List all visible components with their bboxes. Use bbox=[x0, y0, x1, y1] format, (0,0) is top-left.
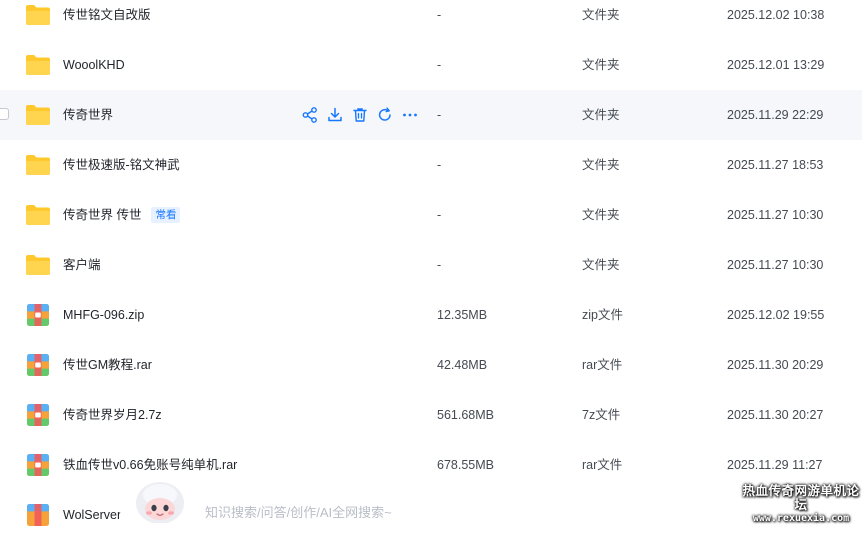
file-type: 文件夹 bbox=[582, 158, 620, 172]
assistant-mascot-icon[interactable] bbox=[134, 479, 186, 523]
file-time: 2025.11.27 10:30 bbox=[727, 208, 824, 222]
file-name[interactable]: 传奇世界岁月2.7z bbox=[63, 390, 162, 440]
file-name[interactable]: 传世极速版-铭文神武 bbox=[63, 140, 180, 190]
file-type: 文件夹 bbox=[582, 258, 620, 272]
file-type: zip文件 bbox=[582, 308, 623, 322]
file-row[interactable]: 传世GM教程.rar 42.48MB rar文件 2025.11.30 20:2… bbox=[0, 340, 862, 390]
file-size: - bbox=[437, 258, 442, 272]
folder-icon bbox=[26, 105, 50, 125]
file-size: 561.68MB bbox=[437, 408, 494, 422]
file-size: - bbox=[437, 208, 442, 222]
folder-icon bbox=[26, 5, 50, 25]
file-time: 2025.11.30 20:27 bbox=[727, 408, 824, 422]
file-size: - bbox=[437, 158, 442, 172]
file-time: 2025.11.29 11:27 bbox=[727, 458, 823, 472]
file-name[interactable]: 传奇世界 传世 常看 bbox=[63, 190, 181, 240]
file-name[interactable]: 传奇世界 bbox=[63, 90, 113, 140]
file-row-hovered[interactable]: 传奇世界 - 文件夹 2025.11.29 22:29 bbox=[0, 90, 862, 140]
file-type: rar文件 bbox=[582, 458, 623, 472]
file-size: - bbox=[437, 108, 442, 122]
file-time: 2025.11.29 22:29 bbox=[727, 108, 824, 122]
file-row[interactable]: 铁血传世v0.66免账号纯单机.rar 678.55MB rar文件 2025.… bbox=[0, 440, 862, 490]
file-name[interactable]: 客户端 bbox=[63, 240, 101, 290]
file-time: 2025.12.02 19:55 bbox=[727, 308, 825, 322]
folder-icon bbox=[26, 255, 50, 275]
file-name[interactable]: 传世铭文自改版 bbox=[63, 0, 151, 40]
assistant-bar[interactable] bbox=[0, 486, 862, 519]
folder-icon bbox=[26, 55, 50, 75]
file-size: - bbox=[437, 58, 442, 72]
archive-icon bbox=[27, 454, 49, 476]
file-size: - bbox=[437, 8, 442, 22]
row-actions bbox=[301, 106, 419, 124]
file-size: 678.55MB bbox=[437, 458, 494, 472]
file-type: 7z文件 bbox=[582, 408, 621, 422]
file-time: 2025.12.01 13:29 bbox=[727, 58, 825, 72]
file-time: 2025.11.27 10:30 bbox=[727, 258, 824, 272]
file-name[interactable]: WooolKHD bbox=[63, 40, 125, 90]
folder-icon bbox=[26, 205, 50, 225]
archive-icon bbox=[27, 304, 49, 326]
frequent-badge: 常看 bbox=[151, 207, 181, 223]
assistant-bar-fade bbox=[120, 486, 862, 519]
file-type: 文件夹 bbox=[582, 8, 620, 22]
more-icon[interactable] bbox=[401, 106, 419, 124]
file-size: 12.35MB bbox=[437, 308, 488, 322]
file-row[interactable]: MHFG-096.zip 12.35MB zip文件 2025.12.02 19… bbox=[0, 290, 862, 340]
file-time: 2025.11.27 18:53 bbox=[727, 158, 824, 172]
forum-watermark: 热血传奇网游单机论坛 www.rexuexia.com bbox=[742, 484, 860, 526]
file-row[interactable]: WooolKHD - 文件夹 2025.12.01 13:29 bbox=[0, 40, 862, 90]
delete-icon[interactable] bbox=[351, 106, 369, 124]
archive-icon bbox=[27, 354, 49, 376]
file-name[interactable]: 传世GM教程.rar bbox=[63, 340, 152, 390]
file-size: 42.48MB bbox=[437, 358, 488, 372]
folder-icon bbox=[26, 155, 50, 175]
file-row[interactable]: 传世铭文自改版 - 文件夹 2025.12.02 10:38 bbox=[0, 0, 862, 40]
file-name[interactable]: MHFG-096.zip bbox=[63, 290, 144, 340]
archive-icon bbox=[27, 404, 49, 426]
file-time: 2025.11.30 20:29 bbox=[727, 358, 824, 372]
share-icon[interactable] bbox=[301, 106, 319, 124]
file-row[interactable]: 传奇世界岁月2.7z 561.68MB 7z文件 2025.11.30 20:2… bbox=[0, 390, 862, 440]
row-checkbox[interactable] bbox=[0, 108, 9, 120]
assistant-search-placeholder[interactable]: 知识搜索/问答/创作/AI全网搜索~ bbox=[205, 502, 392, 521]
file-row[interactable]: 传奇世界 传世 常看 - 文件夹 2025.11.27 10:30 bbox=[0, 190, 862, 240]
watermark-title: 热血传奇网游单机论坛 bbox=[742, 484, 860, 512]
file-time: 2025.12.02 10:38 bbox=[727, 8, 825, 22]
file-type: rar文件 bbox=[582, 358, 623, 372]
file-type: 文件夹 bbox=[582, 208, 620, 222]
watermark-url: www.rexuexia.com bbox=[752, 513, 850, 524]
refresh-icon[interactable] bbox=[376, 106, 394, 124]
file-type: 文件夹 bbox=[582, 108, 620, 122]
file-row[interactable]: 传世极速版-铭文神武 - 文件夹 2025.11.27 18:53 bbox=[0, 140, 862, 190]
file-type: 文件夹 bbox=[582, 58, 620, 72]
file-row[interactable]: 客户端 - 文件夹 2025.11.27 10:30 bbox=[0, 240, 862, 290]
download-icon[interactable] bbox=[326, 106, 344, 124]
